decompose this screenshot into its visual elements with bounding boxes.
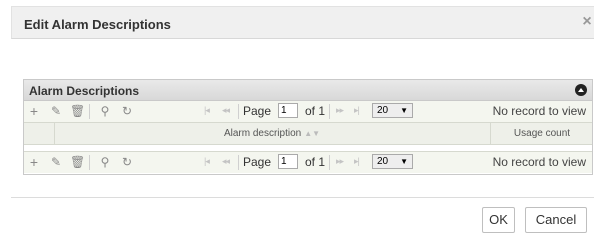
last-page-icon[interactable]: ▸| [354,105,360,116]
page-count-label: of 1 [305,155,326,169]
bottom-pager: + ✎ 🗑 ⚲ ↻ |◂ ◂◂ Page 1 of 1 ▸▸ ▸| 20 ▼ No… [24,151,592,173]
chevron-down-icon: ▼ [400,106,408,115]
add-icon[interactable]: + [27,104,41,118]
prev-page-icon[interactable]: ◂◂ [222,156,230,167]
last-page-icon[interactable]: ▸| [354,156,360,167]
alarm-descriptions-grid: Alarm Descriptions + ✎ 🗑 ⚲ ↻ |◂ ◂◂ Page … [23,79,593,175]
first-page-icon[interactable]: |◂ [204,156,210,167]
search-icon[interactable]: ⚲ [98,104,112,118]
dialog-title: Edit Alarm Descriptions [24,17,171,32]
pager-separator [329,155,330,170]
rows-per-page-select[interactable]: 20 ▼ [372,154,413,169]
refresh-icon[interactable]: ↻ [120,155,134,169]
page-label: Page [243,155,272,169]
pager-separator [238,155,239,170]
chevron-down-icon: ▼ [400,157,408,166]
refresh-icon[interactable]: ↻ [120,104,134,118]
page-label: Page [243,104,272,118]
delete-icon[interactable]: 🗑 [70,104,85,118]
footer-divider [11,197,594,198]
row-number-header [24,123,55,144]
next-page-icon[interactable]: ▸▸ [336,156,344,167]
prev-page-icon[interactable]: ◂◂ [222,105,230,116]
add-icon[interactable]: + [27,155,41,169]
toolbar-separator [89,104,90,119]
rows-per-page-value: 20 [377,105,389,116]
collapse-grid-icon[interactable] [575,84,587,96]
pager-separator [329,104,330,119]
grid-caption-title: Alarm Descriptions [29,84,140,98]
top-pager: + ✎ 🗑 ⚲ ↻ |◂ ◂◂ Page 1 of 1 ▸▸ ▸| 20 ▼ No… [24,101,592,123]
next-page-icon[interactable]: ▸▸ [336,105,344,116]
search-icon[interactable]: ⚲ [98,155,112,169]
edit-alarm-descriptions-dialog: Edit Alarm Descriptions × Alarm Descript… [0,0,594,243]
no-records-message: No record to view [492,104,586,118]
page-count-label: of 1 [305,104,326,118]
toolbar-separator [89,155,90,170]
column-header-label: Usage count [513,128,571,139]
sort-icon[interactable]: ▲▼ [304,129,320,138]
column-header-alarm-description[interactable]: Alarm description ▲▼ [54,123,491,144]
edit-icon[interactable]: ✎ [49,155,63,169]
edit-icon[interactable]: ✎ [49,104,63,118]
close-icon[interactable]: × [579,12,594,32]
dialog-titlebar[interactable]: Edit Alarm Descriptions × [11,6,594,39]
delete-icon[interactable]: 🗑 [70,155,85,169]
column-header-label: Alarm description [223,128,302,139]
pager-separator [238,104,239,119]
grid-caption: Alarm Descriptions [24,80,592,101]
page-number-input[interactable]: 1 [278,154,298,169]
ok-button[interactable]: OK [482,207,515,233]
column-header-usage-count[interactable]: Usage count [491,123,593,144]
cancel-button[interactable]: Cancel [525,207,587,233]
no-records-message: No record to view [492,155,586,169]
grid-header-row: Alarm description ▲▼ Usage count [24,123,592,145]
rows-per-page-select[interactable]: 20 ▼ [372,103,413,118]
rows-per-page-value: 20 [377,156,389,167]
page-number-input[interactable]: 1 [278,103,298,118]
first-page-icon[interactable]: |◂ [204,105,210,116]
